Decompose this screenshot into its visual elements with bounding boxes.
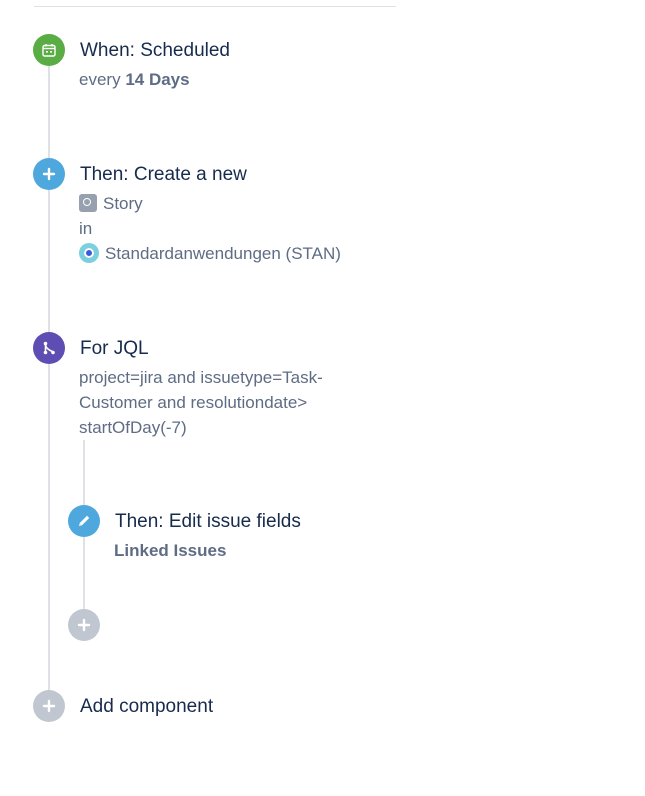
trigger-title: When: Scheduled: [80, 40, 230, 61]
add-component-button[interactable]: [33, 690, 65, 722]
edit-field: Linked Issues: [114, 538, 226, 563]
jql-line-1: project=jira and issuetype=Task-: [79, 368, 323, 387]
schedule-interval: every 14 Days: [79, 67, 190, 92]
edit-issue-component[interactable]: [68, 505, 100, 537]
schedule-prefix: every: [79, 70, 121, 89]
jql-line-2: Customer and resolutiondate>: [79, 393, 308, 412]
project-avatar-icon: [79, 243, 99, 263]
issue-type-label: Story: [103, 194, 143, 213]
plus-icon: [33, 158, 65, 190]
project-label: Standardanwendungen (STAN): [105, 244, 341, 263]
branch-title: For JQL: [80, 338, 149, 359]
schedule-value: 14 Days: [125, 70, 190, 89]
jql-line-3: startOfDay(-7): [79, 418, 187, 437]
add-component-label[interactable]: Add component: [80, 696, 213, 718]
top-divider: [34, 6, 396, 7]
trigger-component[interactable]: [33, 34, 65, 66]
pencil-icon: [68, 505, 100, 537]
create-action-title: Then: Create a new: [80, 164, 247, 185]
in-label: in: [79, 219, 93, 238]
issue-type: Story: [79, 191, 143, 216]
edit-field-label: Linked Issues: [114, 541, 227, 560]
plus-icon: [68, 609, 100, 641]
add-branch-component-button[interactable]: [68, 609, 100, 641]
plus-icon: [33, 690, 65, 722]
story-icon: [79, 194, 97, 212]
jql-branch-component[interactable]: [33, 332, 65, 364]
branch-icon: [33, 332, 65, 364]
project: Standardanwendungen (STAN): [79, 241, 341, 266]
edit-action-title: Then: Edit issue fields: [115, 511, 301, 532]
create-issue-component[interactable]: [33, 158, 65, 190]
calendar-icon: [33, 34, 65, 66]
